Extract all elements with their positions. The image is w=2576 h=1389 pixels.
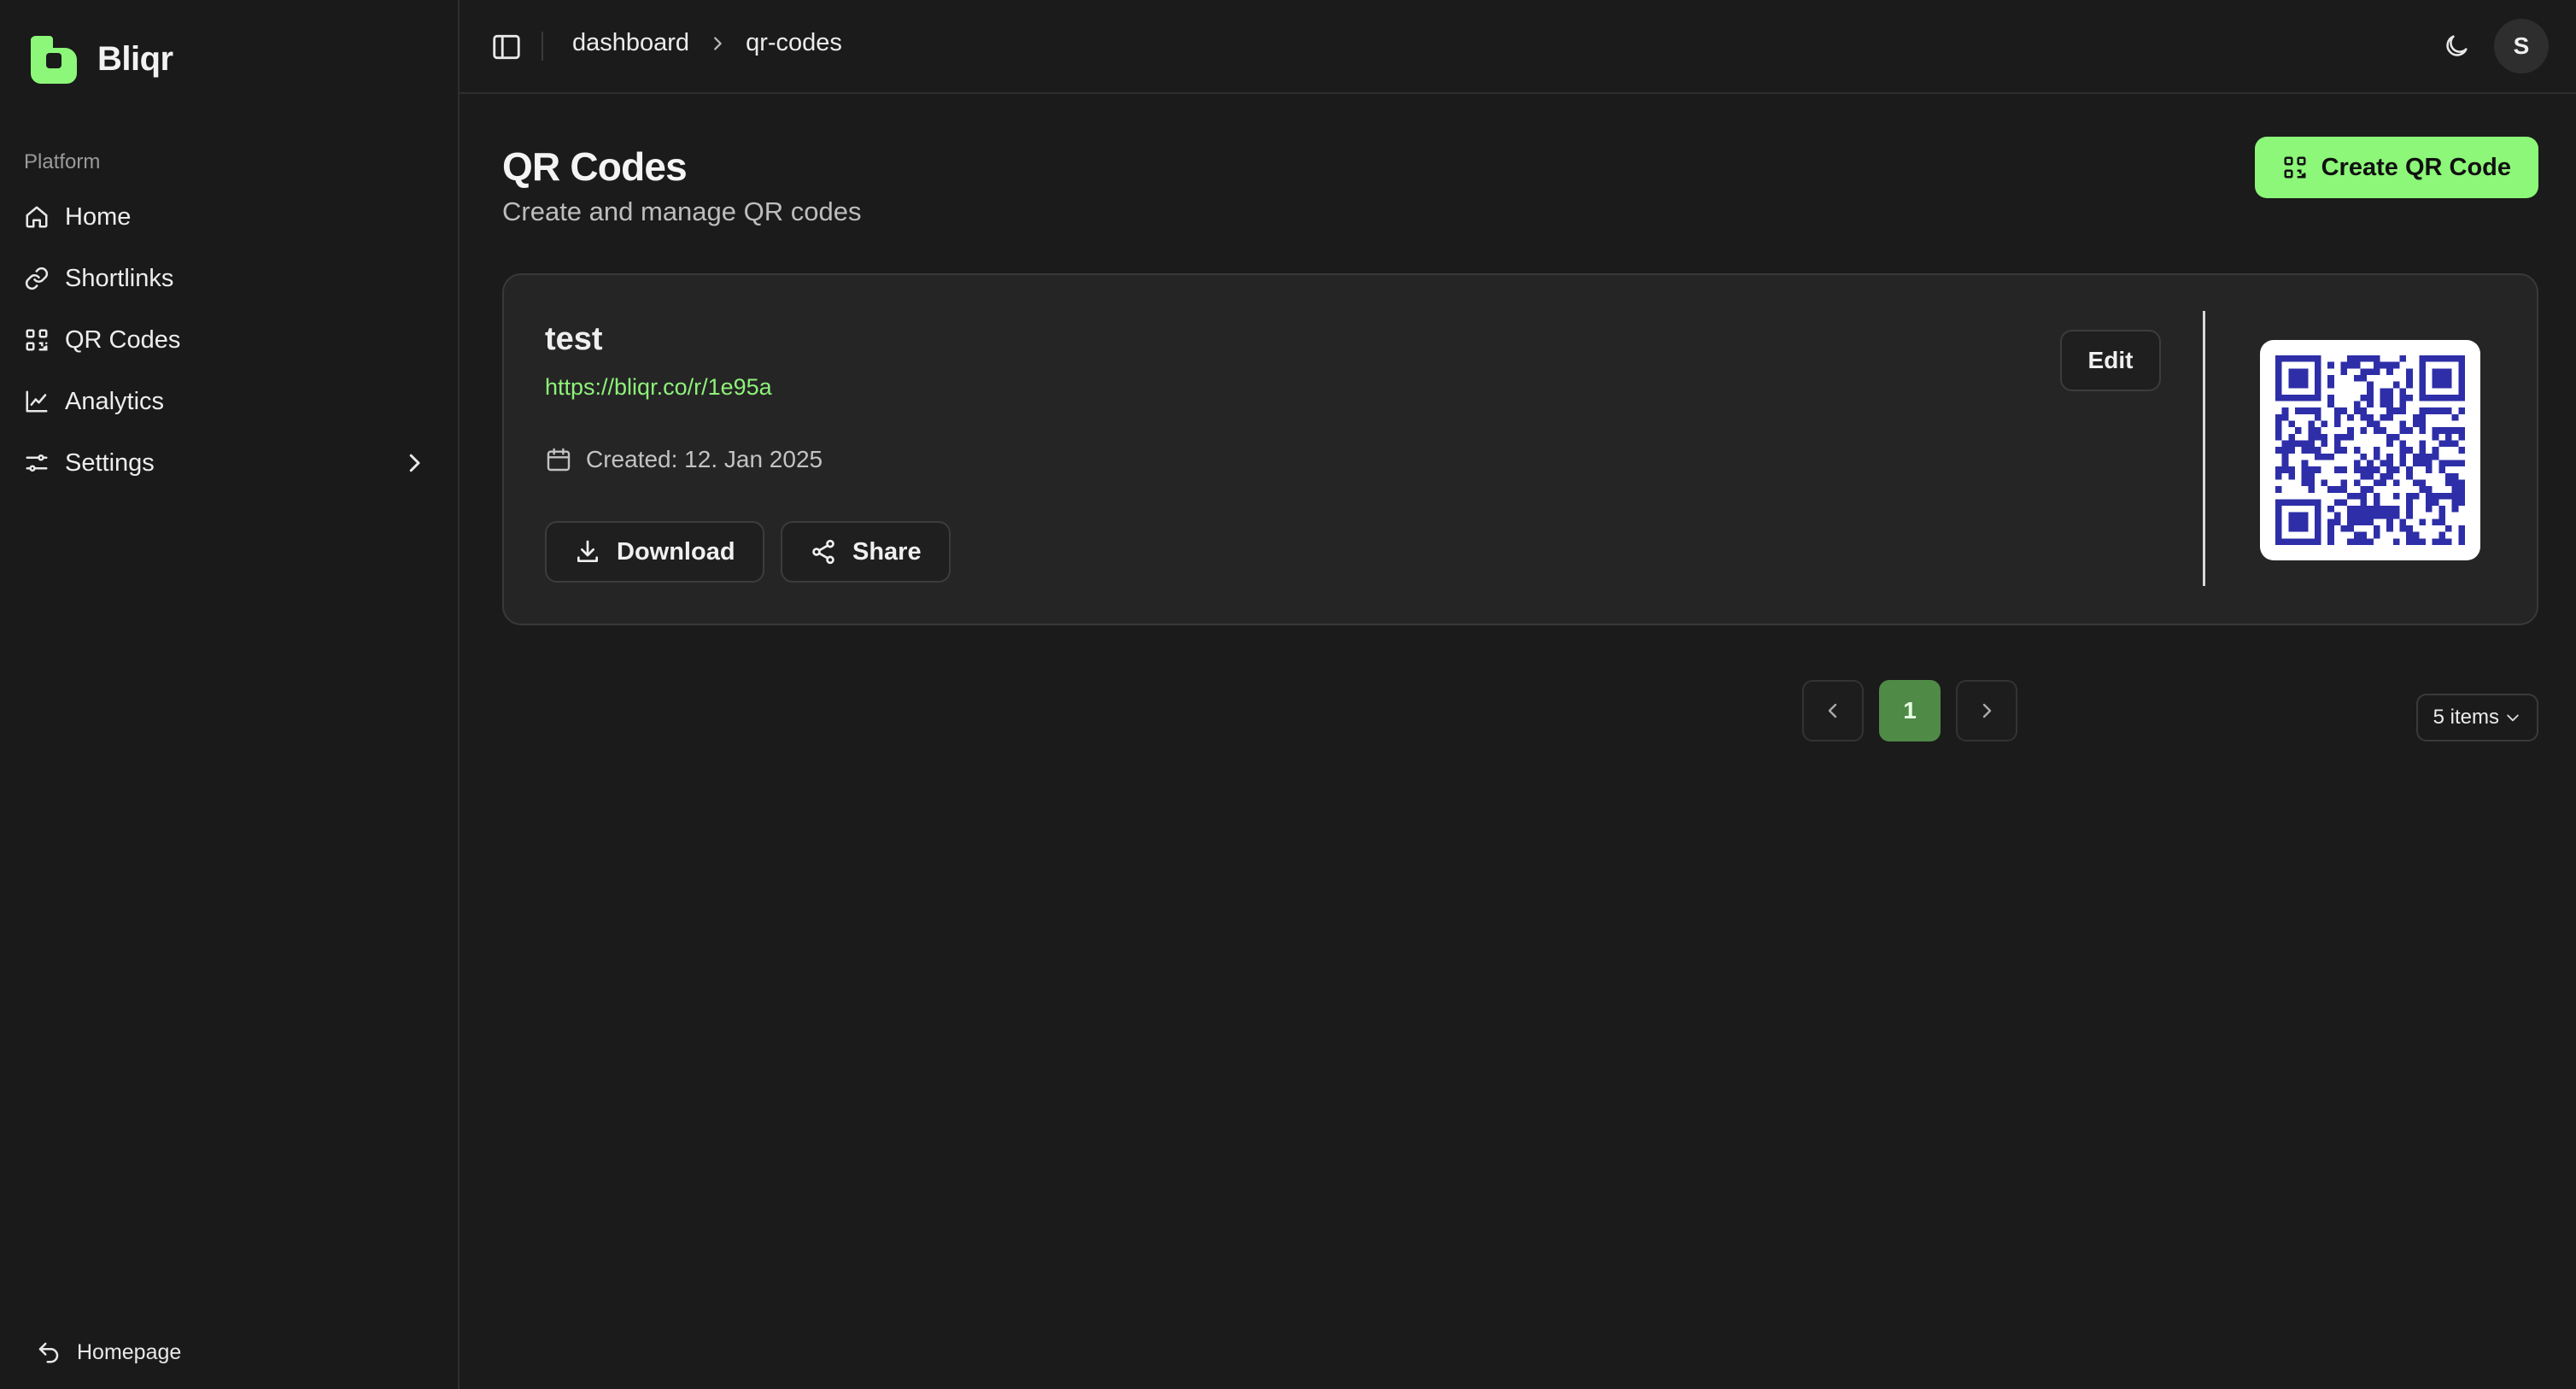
page-button-1[interactable]: 1 — [1879, 680, 1941, 741]
sliders-icon — [26, 454, 48, 472]
qr-code-card: test https://bliqr.co/r/1e95a Created: 1… — [502, 273, 2538, 625]
edit-button[interactable]: Edit — [2060, 330, 2161, 391]
panel-left-icon — [493, 34, 520, 60]
sidebar-nav: Home Shortlinks QR Codes Analytics Setti… — [0, 186, 458, 494]
sidebar-item-label: QR Codes — [65, 325, 181, 354]
qr-code-graphic — [2275, 355, 2465, 545]
chevron-left-icon — [1828, 703, 1837, 718]
sidebar-toggle-button[interactable] — [490, 31, 523, 63]
share-icon — [812, 539, 834, 565]
home-icon — [26, 206, 48, 228]
breadcrumb-dashboard[interactable]: dashboard — [572, 29, 689, 57]
homepage-link-label: Homepage — [77, 1339, 182, 1364]
chevron-right-icon — [1982, 703, 1992, 718]
avatar[interactable]: S — [2494, 19, 2549, 73]
brand-name: Bliqr — [97, 39, 173, 78]
page-subtitle: Create and manage QR codes — [502, 196, 862, 226]
download-button[interactable]: Download — [545, 521, 764, 583]
sidebar-item-label: Analytics — [65, 387, 165, 415]
qr-card-title: test — [545, 321, 603, 357]
download-label: Download — [617, 537, 735, 566]
sidebar-item-home[interactable]: Home — [0, 186, 458, 248]
calendar-icon — [547, 448, 571, 472]
create-button-label: Create QR Code — [2321, 153, 2511, 181]
sidebar-item-label: Settings — [65, 448, 155, 477]
chevron-right-icon — [714, 36, 722, 50]
brand-logo[interactable]: Bliqr — [27, 32, 173, 85]
link-icon — [25, 267, 49, 290]
create-qr-code-button[interactable]: Create QR Code — [2254, 137, 2538, 198]
download-icon — [577, 540, 598, 562]
chevron-right-icon — [409, 454, 420, 472]
sidebar-item-analytics[interactable]: Analytics — [0, 371, 458, 432]
sidebar-section-label: Platform — [24, 150, 101, 173]
breadcrumb-current: qr-codes — [746, 29, 842, 56]
page-size-select[interactable]: 5 items — [2415, 694, 2538, 741]
qr-card-url[interactable]: https://bliqr.co/r/1e95a — [545, 374, 772, 401]
share-button[interactable]: Share — [781, 521, 951, 583]
sidebar-item-label: Shortlinks — [65, 264, 174, 292]
next-page-button[interactable] — [1956, 680, 2017, 741]
sidebar-item-qr-codes[interactable]: QR Codes — [0, 309, 458, 371]
sidebar-item-label: Home — [65, 202, 132, 231]
sidebar-item-settings[interactable]: Settings — [0, 432, 458, 494]
created-date-text: Created: 12. Jan 2025 — [586, 446, 823, 472]
qr-icon — [2284, 156, 2306, 179]
qr-code-image[interactable] — [2260, 340, 2480, 560]
moon-icon — [2446, 35, 2468, 56]
breadcrumb: dashboard qr-codes — [572, 29, 842, 57]
bliqr-logo-icon — [31, 35, 77, 84]
chart-icon — [26, 390, 48, 413]
pagination: 1 — [1802, 680, 2017, 741]
sidebar: Bliqr Platform Home Shortlinks QR Codes … — [0, 0, 460, 1389]
chevron-down-icon — [2507, 714, 2519, 722]
qr-icon — [26, 329, 48, 351]
share-label: Share — [852, 537, 922, 566]
page-title: QR Codes — [502, 144, 688, 189]
card-divider — [2203, 311, 2205, 586]
homepage-link[interactable]: Homepage — [36, 1339, 181, 1365]
sidebar-item-shortlinks[interactable]: Shortlinks — [0, 248, 458, 309]
qr-card-created: Created: 12. Jan 2025 — [545, 446, 823, 473]
main-content: dashboard qr-codes S QR Codes Create and… — [460, 0, 2576, 1389]
previous-page-button[interactable] — [1802, 680, 1864, 741]
topbar: dashboard qr-codes S — [460, 0, 2576, 94]
theme-toggle-button[interactable] — [2439, 29, 2474, 63]
undo-arrow-icon — [38, 1342, 59, 1363]
page-size-value: 5 items — [2433, 706, 2499, 729]
topbar-divider — [542, 32, 543, 61]
